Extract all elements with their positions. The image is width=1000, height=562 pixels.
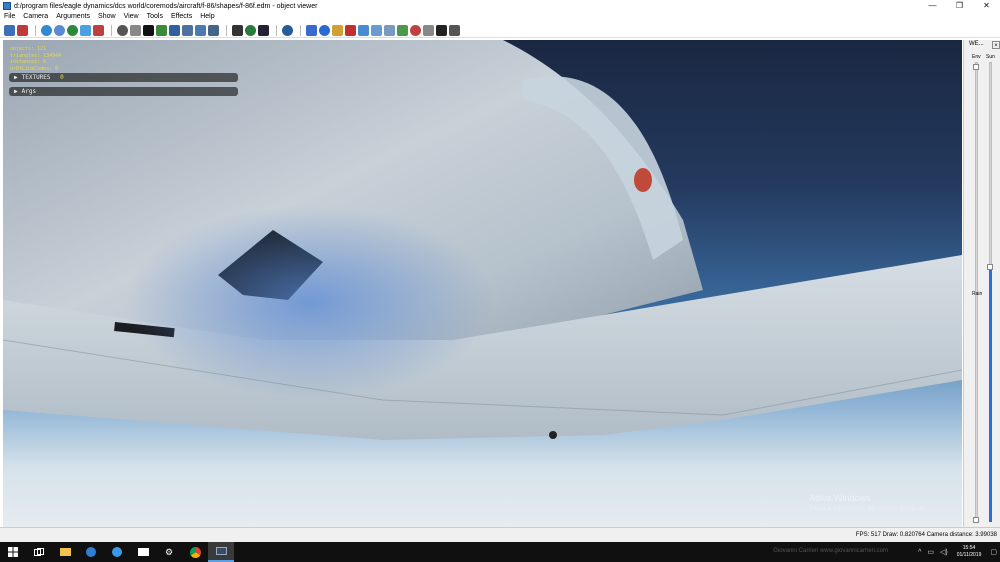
- save-icon[interactable]: [4, 24, 15, 36]
- expand-arrow-icon: ▶: [14, 88, 18, 95]
- sun-slider-fill: [989, 270, 992, 522]
- aircraft-render: [3, 40, 962, 440]
- object-viewer-window: d:/program files/eagle dynamics/dcs worl…: [0, 0, 1000, 542]
- sun-label: Sun: [986, 54, 995, 60]
- lock-icon[interactable]: [449, 24, 460, 36]
- task-view-icon[interactable]: [26, 542, 52, 562]
- person-icon[interactable]: [182, 24, 193, 36]
- volume-icon[interactable]: ◁): [940, 548, 948, 556]
- rotate-icon[interactable]: [282, 24, 293, 36]
- start-icon[interactable]: [0, 542, 26, 562]
- crosshair-icon[interactable]: [130, 24, 141, 36]
- clock-time: 15:54: [962, 545, 976, 551]
- globe-icon[interactable]: [41, 24, 52, 36]
- reload-icon[interactable]: [67, 24, 78, 36]
- weather-panel-title: WE...: [969, 41, 984, 47]
- toolbar-separator: [226, 24, 227, 36]
- window-title: d:/program files/eagle dynamics/dcs worl…: [14, 2, 318, 10]
- textures-label: TEXTURES: [21, 74, 51, 81]
- weather-panel: WE... × Env Sun Rain: [963, 40, 1000, 527]
- menu-tools[interactable]: Tools: [143, 12, 167, 22]
- sphere-icon[interactable]: [319, 24, 330, 36]
- terminal-icon[interactable]: [436, 24, 447, 36]
- textures-expander[interactable]: ▶ TEXTURES 0: [9, 73, 238, 82]
- network-icon[interactable]: ▭: [927, 548, 934, 556]
- taskbar-faint-text: Giovanni Carrieri www.giovannicarrieri.c…: [773, 548, 888, 554]
- activation-watermark-title: Attiva Windows: [809, 493, 871, 503]
- monitor-icon[interactable]: [258, 24, 269, 36]
- title-bar: d:/program files/eagle dynamics/dcs worl…: [0, 0, 1000, 12]
- refresh-icon[interactable]: [54, 24, 65, 36]
- env-label: Env: [972, 54, 981, 60]
- edge-icon[interactable]: [78, 542, 104, 562]
- toolbar-separator: [300, 24, 301, 36]
- open-icon[interactable]: [17, 24, 28, 36]
- close-button[interactable]: ✕: [973, 0, 1000, 12]
- bar-chart-icon[interactable]: [306, 24, 317, 36]
- toolbar-separator: [111, 24, 112, 36]
- menu-bar: File Camera Arguments Show View Tools Ef…: [0, 12, 1000, 22]
- activation-watermark-subtitle: Passa a Impostazioni per attivare Window…: [809, 506, 926, 512]
- clock-date: 01/11/2019: [956, 552, 982, 558]
- rain-slider-handle[interactable]: [973, 517, 979, 523]
- arrow-icon[interactable]: [195, 24, 206, 36]
- env-slider-handle[interactable]: [973, 64, 979, 70]
- window-controls: — ❐ ✕: [919, 0, 1000, 12]
- bones-icon[interactable]: [384, 24, 395, 36]
- camera-icon[interactable]: [80, 24, 91, 36]
- grid-icon[interactable]: [93, 24, 104, 36]
- layers-icon[interactable]: [358, 24, 369, 36]
- app-icon: [3, 2, 11, 10]
- system-tray: ^ ▭ ◁) 15:54 01/11/2019 ▢: [915, 542, 1000, 562]
- internet-explorer-icon[interactable]: [104, 542, 130, 562]
- palette-icon[interactable]: [245, 24, 256, 36]
- speaker-icon[interactable]: [208, 24, 219, 36]
- 3d-viewport[interactable]: objects: 121 triangles: 134944 instances…: [3, 40, 962, 527]
- menu-show[interactable]: Show: [94, 12, 120, 22]
- settings-icon[interactable]: ⚙: [156, 542, 182, 562]
- gear-icon[interactable]: [117, 24, 128, 36]
- maximize-button[interactable]: ❐: [946, 0, 973, 12]
- toolbar-separator: [35, 24, 36, 36]
- textures-count: 0: [60, 74, 64, 81]
- menu-camera[interactable]: Camera: [19, 12, 52, 22]
- object-viewer-icon[interactable]: [208, 542, 234, 562]
- clock[interactable]: 15:54 01/11/2019: [957, 545, 982, 559]
- chrome-icon[interactable]: [182, 542, 208, 562]
- rain-label: Rain: [972, 291, 983, 297]
- args-label: Args: [21, 88, 37, 95]
- menu-help[interactable]: Help: [196, 12, 218, 22]
- notifications-icon[interactable]: ▢: [990, 548, 997, 556]
- file-explorer-icon[interactable]: [52, 542, 78, 562]
- stats-overlay: objects: 121 triangles: 134944 instances…: [10, 46, 61, 72]
- close-icon[interactable]: ×: [992, 41, 1000, 49]
- cube-icon[interactable]: [345, 24, 356, 36]
- minimize-button[interactable]: —: [919, 0, 946, 12]
- stat-line: drDtLinkCodes: 0: [10, 65, 59, 72]
- status-bar: FPS: 517 Draw: 0.820764 Camera distance:…: [0, 527, 1000, 542]
- mail-icon[interactable]: [130, 542, 156, 562]
- sun-slider-handle[interactable]: [987, 264, 993, 270]
- args-expander[interactable]: ▶ Args: [9, 87, 238, 96]
- light-icon[interactable]: [156, 24, 167, 36]
- plus-icon[interactable]: [143, 24, 154, 36]
- film-icon[interactable]: [232, 24, 243, 36]
- menu-arguments[interactable]: Arguments: [52, 12, 94, 22]
- toolbar-separator: [276, 24, 277, 36]
- menu-view[interactable]: View: [120, 12, 143, 22]
- wrench-icon[interactable]: [423, 24, 434, 36]
- mesh-icon[interactable]: [397, 24, 408, 36]
- path-icon[interactable]: [371, 24, 382, 36]
- chevron-up-icon[interactable]: ^: [918, 549, 921, 556]
- copy-icon[interactable]: [332, 24, 343, 36]
- tree-icon[interactable]: [169, 24, 180, 36]
- render-stats: FPS: 517 Draw: 0.820764 Camera distance:…: [855, 532, 997, 538]
- expand-arrow-icon: ▶: [14, 74, 18, 81]
- menu-effects[interactable]: Effects: [167, 12, 196, 22]
- target-icon[interactable]: [410, 24, 421, 36]
- toolbar: [0, 23, 1000, 38]
- menu-file[interactable]: File: [0, 12, 19, 22]
- taskbar: ⚙ Giovanni Carrieri www.giovannicarrieri…: [0, 542, 1000, 562]
